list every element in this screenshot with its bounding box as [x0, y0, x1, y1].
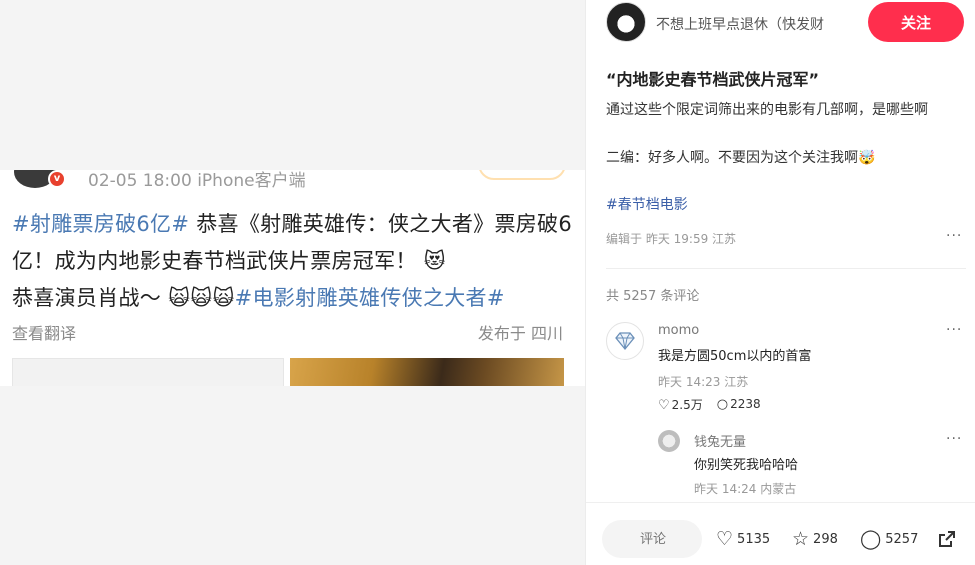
reply-meta: 昨天 14:24 内蒙古	[694, 482, 797, 496]
comment-avatar[interactable]	[606, 322, 644, 360]
weibo-translate-link: 查看翻译	[12, 324, 77, 343]
author-name[interactable]: 不想上班早点退休（快发财	[656, 14, 856, 34]
comment-meta: 昨天 14:23 江苏	[658, 375, 749, 389]
comment-text: 我是方圆50cm以内的首富	[658, 349, 812, 364]
share-icon	[939, 531, 955, 547]
star-icon: ☆	[792, 528, 810, 550]
post-more-icon[interactable]: ···	[946, 228, 962, 244]
like-button[interactable]: ♡ 5135	[716, 528, 770, 550]
weibo-body-2: 恭喜演员肖战～	[12, 286, 169, 310]
heart-icon: ♡	[658, 398, 670, 413]
speech-bubble-icon: ◯	[860, 528, 882, 550]
reply-more-icon[interactable]: ···	[946, 431, 962, 447]
speech-bubble-icon: ○	[716, 397, 729, 412]
xiaohongshu-note-page: v 02-05 18:00 iPhone客户端 #射雕票房破6亿# 恭喜《射雕英…	[0, 0, 975, 565]
weibo-hashtag-1: #射雕票房破6亿#	[12, 212, 190, 236]
comment-total: 5257	[885, 531, 919, 547]
comment-reply-count: 2238	[730, 397, 761, 411]
note-media[interactable]: v 02-05 18:00 iPhone客户端 #射雕票房破6亿# 恭喜《射雕英…	[0, 0, 585, 565]
reply-author[interactable]: 钱兔无量	[694, 431, 746, 450]
collect-button[interactable]: ☆ 298	[792, 528, 838, 550]
post-hashtag[interactable]: #春节档电影	[606, 194, 688, 214]
post-title: “内地影史春节档武侠片冠军”	[606, 70, 820, 89]
like-count: 5135	[737, 531, 771, 547]
weibo-meta: 02-05 18:00 iPhone客户端	[88, 171, 306, 191]
comment-like-count: 2.5万	[671, 398, 703, 412]
comment-more-icon[interactable]: ···	[946, 322, 962, 338]
weibo-screenshot: v 02-05 18:00 iPhone客户端 #射雕票房破6亿# 恭喜《射雕英…	[0, 170, 585, 386]
comment-like-button[interactable]: ♡ 2.5万	[658, 396, 703, 413]
author-avatar[interactable]	[606, 2, 646, 42]
weibo-location: 发布于 四川	[477, 324, 563, 343]
post-edit-info: 编辑于 昨天 19:59 江苏	[606, 232, 737, 246]
weibo-emojis: 🙀🙀🙀	[168, 286, 235, 310]
verified-badge: v	[48, 170, 66, 188]
comment-author[interactable]: momo	[658, 323, 699, 338]
weibo-image-2	[290, 358, 564, 386]
comment-reply-button[interactable]: ○ 2238	[717, 397, 761, 412]
collect-count: 298	[813, 531, 838, 547]
divider	[606, 268, 966, 269]
comment-input[interactable]	[602, 520, 702, 558]
weibo-image-1	[12, 358, 284, 386]
reply-avatar[interactable]	[658, 430, 680, 452]
weibo-follow-button	[478, 170, 566, 180]
weibo-hashtag-2: #电影射雕英雄传侠之大者#	[234, 286, 505, 310]
post-body-line-2: 二编：好多人啊。不要因为这个关注我啊🤯	[606, 150, 876, 166]
post-body-line-1: 通过这些个限定词筛出来的电影有几部啊，是哪些啊	[606, 102, 928, 118]
engagement-bar: ☼ ♡ 5135 ☆ 298 ◯ 5257	[586, 502, 975, 565]
reply-text: 你别笑死我哈哈哈	[694, 458, 799, 473]
share-button[interactable]	[936, 528, 958, 550]
comment-count: 共 5257 条评论	[606, 289, 700, 304]
comment-actions: ♡ 2.5万 ○ 2238	[658, 396, 761, 413]
note-detail-panel: 不想上班早点退休（快发财 关注 “内地影史春节档武侠片冠军” 通过这些个限定词筛…	[585, 0, 975, 565]
comment-button[interactable]: ◯ 5257	[860, 528, 918, 550]
weibo-emoji-1: 😻	[416, 249, 446, 273]
heart-icon: ♡	[716, 528, 734, 550]
weibo-text: #射雕票房破6亿# 恭喜《射雕英雄传：侠之大者》票房破6亿！成为内地影史春节档武…	[12, 206, 572, 317]
post-body: 通过这些个限定词筛出来的电影有几部啊，是哪些啊 二编：好多人啊。不要因为这个关注…	[606, 98, 966, 170]
follow-button[interactable]: 关注	[868, 2, 964, 42]
diamond-icon	[615, 332, 635, 351]
